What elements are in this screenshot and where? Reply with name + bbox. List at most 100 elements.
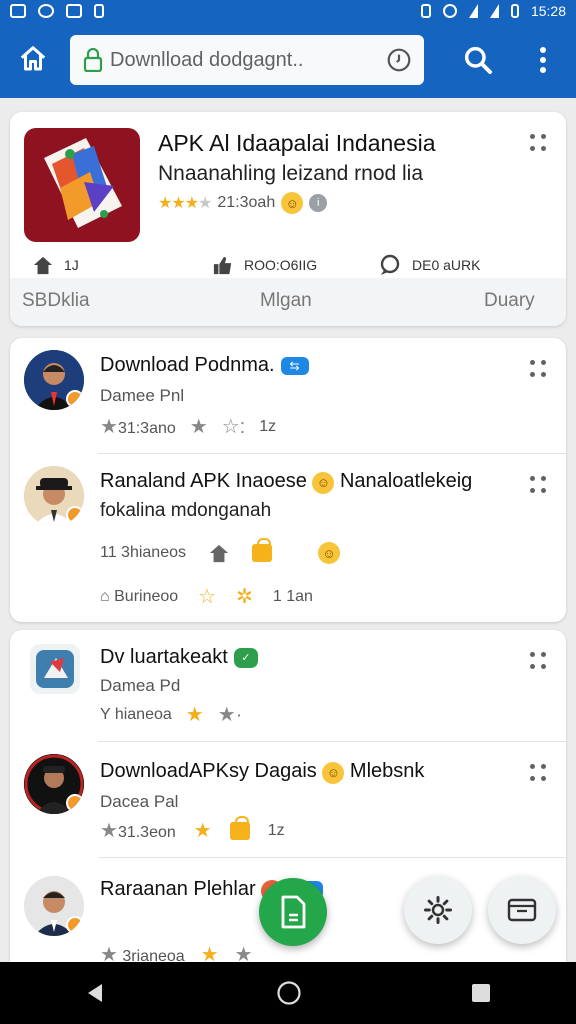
settings-gear-icon	[424, 896, 452, 924]
rating-text: 21:3oah	[217, 194, 276, 211]
address-bar[interactable]: Downlload dodgagnt..	[70, 35, 424, 85]
stat-comments: DE0 aURK	[378, 254, 480, 276]
verified-tag-icon: ✓	[233, 647, 258, 668]
sparkle-icon[interactable]: ✲	[236, 584, 253, 609]
app-rating: ★★★★ 21:3oah ☺ i	[158, 192, 328, 214]
item-title: DownloadAPKsy Dagais ☺ Mlebsnk	[100, 760, 425, 784]
folder-fab[interactable]	[488, 876, 556, 944]
home-icon	[20, 46, 46, 71]
avatar	[24, 350, 84, 410]
list-item[interactable]: Ranaland APK Inaoese ☺ Nanaloatlekeig fo…	[10, 454, 566, 622]
app-notification-icon	[66, 4, 82, 18]
search-icon	[464, 46, 492, 74]
stat-installs: 1J	[32, 255, 79, 275]
meta-category: ⌂ Burineoo	[100, 587, 179, 605]
back-icon[interactable]	[84, 981, 108, 1005]
info-icon: i	[309, 194, 328, 212]
browser-toolbar: Downlload dodgagnt..	[0, 22, 576, 98]
avatar	[24, 876, 84, 936]
item-subtitle: fokalina mdonganah	[100, 500, 272, 521]
rating-stars: ★★★★	[158, 195, 212, 212]
star-icon[interactable]: ★	[194, 818, 212, 843]
app-logo-icon	[24, 128, 140, 242]
download-fab[interactable]	[259, 878, 327, 946]
more-options-icon[interactable]	[530, 764, 548, 782]
smiley-icon: ☺	[281, 192, 304, 214]
document-icon	[281, 895, 306, 929]
list-item[interactable]: DownloadAPKsy Dagais ☺ Mlebsnk Dacea Pal…	[10, 742, 566, 858]
wifi-icon	[468, 4, 478, 18]
item-meta: ★31:3ano ★ ☆: 1z	[100, 414, 276, 439]
clock-icon[interactable]	[386, 47, 412, 73]
item-title: Ranaland APK Inaoese ☺ Nanaloatlekeig	[100, 470, 473, 494]
footer-tab-right[interactable]: Duary	[484, 290, 535, 312]
item-subtitle: Dacea Pal	[100, 792, 179, 811]
status-system-icons: 15:28	[420, 3, 566, 19]
vibrate-icon	[420, 4, 431, 18]
status-notification-icons	[10, 4, 104, 18]
item-title: Download Podnma. ⇆	[100, 354, 309, 377]
home-circle-icon[interactable]	[276, 980, 302, 1006]
item-meta: ★31.3eon ★ 1z	[100, 815, 285, 843]
wifi-settings-icon	[442, 4, 457, 18]
overflow-menu-button[interactable]	[528, 42, 558, 78]
folder-icon	[507, 898, 537, 922]
home-small-icon[interactable]	[208, 543, 230, 563]
list-item[interactable]: Dv luartakeakt ✓ Damea Pd Y hianeoa ★ ★·	[10, 630, 566, 742]
settings-fab[interactable]	[404, 876, 472, 944]
item-meta: Y hianeoa ★ ★·	[100, 702, 242, 727]
star-outline-icon[interactable]: ★·	[218, 702, 243, 727]
status-time: 15:28	[530, 3, 566, 19]
system-nav-bar	[0, 962, 576, 1024]
meta-rating: ★31.3eon	[100, 820, 176, 842]
meta-rating: ★31:3ano	[100, 416, 176, 438]
link-tag-icon: ⇆	[280, 356, 309, 375]
star-outline-icon[interactable]: ☆:	[222, 414, 246, 439]
star-icon[interactable]: ★	[186, 702, 204, 727]
footer-tab-left[interactable]: SBDklia	[22, 290, 90, 312]
item-subtitle: Damea Pd	[100, 676, 181, 695]
app-icon	[30, 644, 80, 694]
lock-badge-icon[interactable]	[252, 538, 272, 562]
verified-badge-icon	[66, 506, 84, 524]
app-stats-row: 1J ROO:O6IIG DE0 aURK	[10, 252, 566, 278]
more-options-icon[interactable]	[530, 476, 548, 494]
card-footer-tabs: SBDklia Mlgan Duary	[10, 278, 566, 326]
home-small-icon	[33, 256, 53, 275]
verified-badge-icon	[66, 794, 84, 812]
app-list-card: Download Podnma. ⇆ Damee Pnl ★31:3ano ★ ☆…	[10, 338, 566, 622]
list-item[interactable]: Download Podnma. ⇆ Damee Pnl ★31:3ano ★ ☆…	[10, 338, 566, 454]
featured-app-card[interactable]: APK Al Idaapalai Indanesia Nnaanahling l…	[10, 112, 566, 326]
avatar	[24, 466, 84, 526]
verified-badge-icon	[66, 916, 84, 934]
item-subtitle: Damee Pnl	[100, 386, 185, 405]
app-subtitle: Nnaanahling leizand rnod lia	[158, 162, 424, 185]
star-icon[interactable]: ☆	[198, 584, 216, 609]
image-notification-icon	[10, 4, 26, 18]
more-vert-icon	[540, 47, 546, 73]
footer-tab-center[interactable]: Mlgan	[260, 290, 312, 312]
chat-bubble-icon	[380, 254, 400, 275]
meta-count: Y hianeoa	[100, 705, 172, 723]
search-button[interactable]	[460, 42, 496, 78]
avatar	[24, 754, 84, 814]
stat-likes: ROO:O6IIG	[212, 255, 317, 275]
thumb-up-icon	[213, 256, 232, 275]
home-button[interactable]	[16, 42, 50, 76]
smiley-icon: ☺	[322, 761, 345, 784]
item-meta: 11 3hianeos ☺	[100, 538, 340, 564]
smiley-icon[interactable]: ☺	[318, 542, 340, 564]
verified-badge-icon	[66, 390, 84, 408]
lock-badge-icon[interactable]	[229, 815, 250, 840]
lock-icon	[82, 47, 104, 73]
more-options-icon[interactable]	[530, 134, 548, 152]
url-text: Downlload dodgagnt..	[110, 48, 304, 71]
star-icon[interactable]: ★	[190, 414, 208, 439]
signal-icon	[489, 4, 499, 18]
smiley-icon: ☺	[312, 471, 335, 494]
item-title: Dv luartakeakt ✓	[100, 646, 258, 669]
recents-icon[interactable]	[470, 982, 492, 1004]
more-options-icon[interactable]	[530, 652, 548, 670]
more-options-icon[interactable]	[530, 360, 548, 378]
circle-notification-icon	[38, 4, 54, 18]
